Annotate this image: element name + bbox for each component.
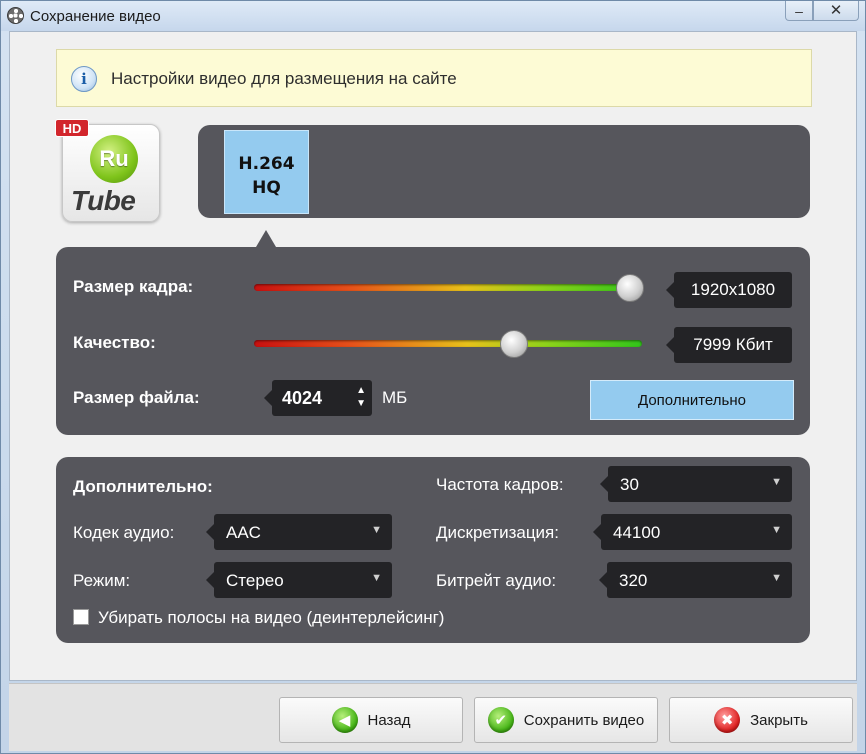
- close-button[interactable]: ✖ Закрыть: [669, 697, 853, 743]
- audio-bitrate-value: 320: [619, 571, 648, 590]
- window-title: Сохранение видео: [30, 8, 161, 25]
- advanced-button[interactable]: Дополнительно: [590, 380, 794, 420]
- audio-bitrate-label: Битрейт аудио:: [436, 571, 557, 590]
- audio-codec-label: Кодек аудио:: [73, 523, 175, 542]
- advanced-title: Дополнительно:: [73, 477, 213, 496]
- chevron-up-icon[interactable]: ▲: [356, 384, 366, 397]
- rutube-logo: HD Ru Tube: [55, 119, 160, 222]
- quality-slider-track[interactable]: [254, 340, 642, 347]
- file-size-unit: МБ: [382, 388, 408, 407]
- dialog-body: i Настройки видео для размещения на сайт…: [9, 31, 857, 681]
- info-text: Настройки видео для размещения на сайте: [111, 69, 457, 88]
- dropdown-arrow-icon: ▼: [371, 572, 382, 584]
- frame-rate-value: 30: [620, 475, 639, 494]
- frame-rate-label: Частота кадров:: [436, 475, 564, 494]
- deinterlace-checkbox[interactable]: [73, 609, 89, 625]
- save-video-button-label: Сохранить видео: [523, 711, 645, 729]
- sampling-value: 44100: [613, 523, 661, 542]
- save-video-window: Сохранение видео – ✕ i Настройки видео д…: [0, 0, 866, 754]
- hd-badge: HD: [55, 119, 89, 137]
- minimize-button[interactable]: –: [785, 1, 813, 21]
- save-video-button[interactable]: ✔ Сохранить видео: [474, 697, 658, 743]
- format-tile-codec: H.264: [238, 154, 295, 174]
- mode-label: Режим:: [73, 571, 131, 590]
- quality-value: 7999 Кбит: [666, 327, 792, 363]
- format-tile-quality: HQ: [252, 178, 281, 198]
- tube-logo-text: Tube: [71, 185, 136, 216]
- window-controls: – ✕: [785, 1, 859, 21]
- deinterlace-label[interactable]: Убирать полосы на видео (деинтерлейсинг): [98, 608, 444, 628]
- chevron-down-icon[interactable]: ▼: [356, 397, 366, 410]
- info-icon: i: [71, 66, 97, 92]
- file-size-value: 4024: [282, 388, 323, 408]
- dropdown-arrow-icon: ▼: [771, 524, 782, 536]
- file-size-label: Размер файла:: [73, 388, 200, 407]
- advanced-settings-panel: Дополнительно: Кодек аудио: AAC ▼ Режим:…: [56, 457, 810, 643]
- video-settings-panel: Размер кадра: 1920x1080 Качество: 7999 К…: [56, 247, 810, 435]
- sampling-label: Дискретизация:: [436, 523, 559, 542]
- stepper-arrows[interactable]: ▲ ▼: [356, 384, 366, 410]
- checkmark-icon: ✔: [487, 707, 514, 733]
- back-button-label: Назад: [367, 711, 411, 729]
- frame-rate-select[interactable]: 30 ▼: [600, 466, 792, 502]
- frame-size-slider-thumb[interactable]: [616, 274, 645, 302]
- dropdown-arrow-icon: ▼: [771, 572, 782, 584]
- mode-select[interactable]: Стерео ▼: [206, 562, 392, 598]
- audio-bitrate-select[interactable]: 320 ▼: [599, 562, 792, 598]
- mode-value: Стерео: [226, 571, 284, 590]
- film-reel-icon: [7, 7, 24, 24]
- frame-size-slider-track[interactable]: [254, 284, 638, 291]
- close-window-button[interactable]: ✕: [813, 1, 859, 21]
- info-bar: i Настройки видео для размещения на сайт…: [56, 49, 812, 107]
- sampling-select[interactable]: 44100 ▼: [593, 514, 792, 550]
- close-button-label: Закрыть: [750, 711, 808, 729]
- dropdown-arrow-icon: ▼: [771, 476, 782, 488]
- dialog-footer: ◀ Назад ✔ Сохранить видео ✖ Закрыть: [9, 683, 857, 751]
- audio-codec-value: AAC: [226, 523, 261, 542]
- ru-logo-circle: Ru: [90, 135, 138, 183]
- panel-pointer: [256, 230, 276, 247]
- dropdown-arrow-icon: ▼: [371, 524, 382, 536]
- frame-size-label: Размер кадра:: [73, 277, 194, 296]
- close-icon: ✖: [714, 707, 741, 733]
- format-tile-h264-hq[interactable]: H.264 HQ: [224, 130, 309, 214]
- file-size-stepper[interactable]: 4024 ▲ ▼: [264, 380, 372, 416]
- back-button[interactable]: ◀ Назад: [279, 697, 463, 743]
- arrow-left-icon: ◀: [331, 707, 358, 733]
- quality-label: Качество:: [73, 333, 156, 352]
- title-bar[interactable]: Сохранение видео – ✕: [1, 1, 865, 31]
- format-strip: H.264 HQ: [198, 125, 810, 218]
- quality-slider-thumb[interactable]: [499, 330, 528, 358]
- audio-codec-select[interactable]: AAC ▼: [206, 514, 392, 550]
- frame-size-value: 1920x1080: [666, 272, 792, 308]
